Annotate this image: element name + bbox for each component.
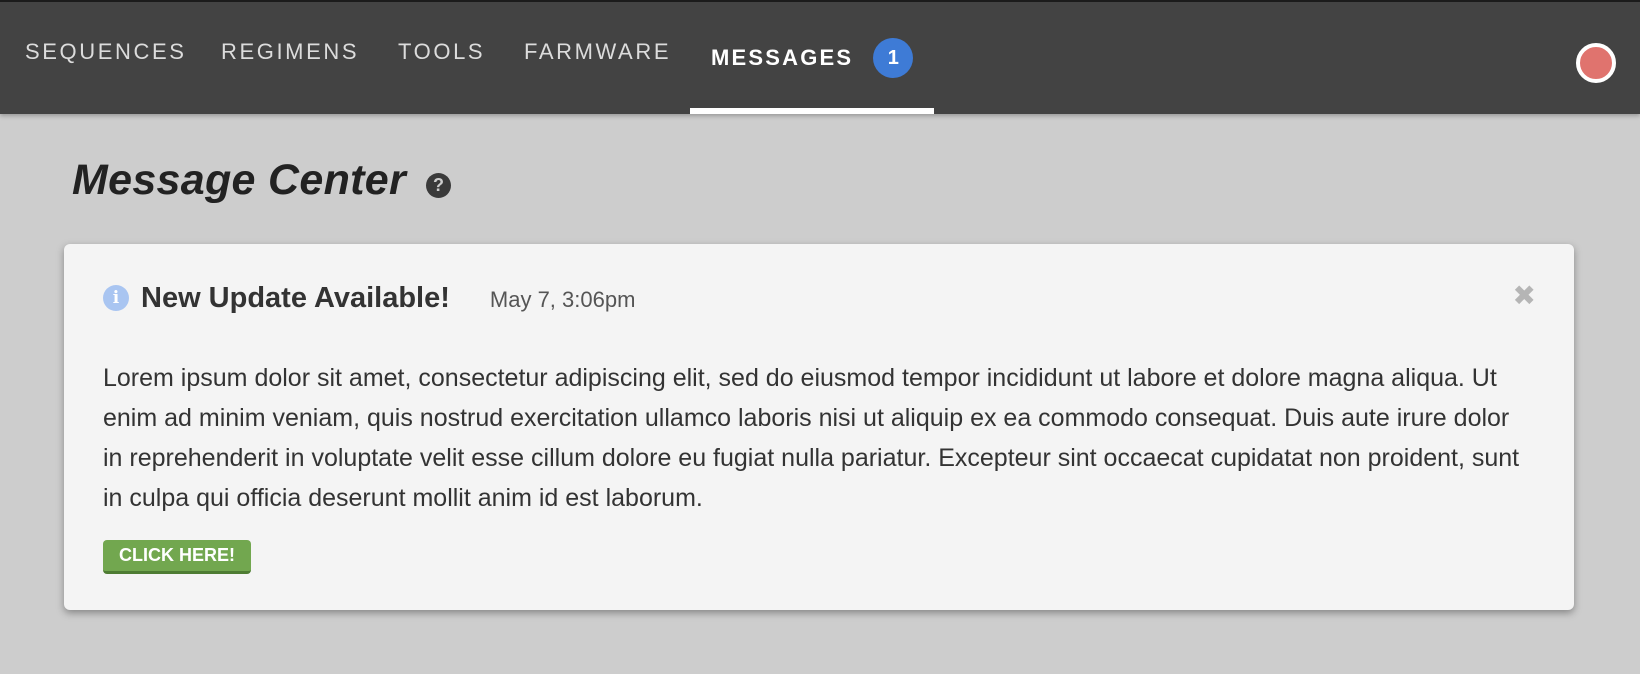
message-card: i New Update Available! May 7, 3:06pm ✖ … [64, 244, 1574, 610]
nav-tab-tools[interactable]: TOOLS [398, 0, 485, 108]
top-nav: SEQUENCES REGIMENS TOOLS FARMWARE MESSAG… [0, 0, 1640, 114]
nav-tab-sequences[interactable]: SEQUENCES [25, 0, 187, 108]
click-here-button[interactable]: CLICK HERE! [103, 540, 251, 574]
nav-tab-label: SEQUENCES [25, 39, 187, 64]
active-tab-indicator [690, 108, 934, 114]
nav-tab-label: FARMWARE [524, 39, 672, 64]
message-title: New Update Available! [141, 281, 450, 314]
message-body: Lorem ipsum dolor sit amet, consectetur … [103, 364, 1520, 512]
question-circle-icon[interactable]: ? [426, 172, 452, 198]
nav-tab-messages[interactable]: MESSAGES 1 [690, 2, 934, 114]
nav-tab-label: TOOLS [398, 39, 486, 64]
nav-tab-farmware[interactable]: FARMWARE [524, 0, 671, 108]
close-icon[interactable]: ✖ [1513, 282, 1536, 310]
message-header: i New Update Available! May 7, 3:06pm [103, 280, 635, 316]
message-timestamp: May 7, 3:06pm [489, 287, 636, 312]
messages-count-badge: 1 [873, 38, 914, 78]
nav-tab-regimens[interactable]: REGIMENS [221, 0, 359, 108]
nav-tab-label: REGIMENS [221, 39, 360, 64]
page-title: Message Center [72, 155, 407, 204]
info-circle-icon: i [103, 285, 129, 311]
connection-status-dot[interactable] [1576, 43, 1616, 83]
nav-tab-label: MESSAGES [711, 45, 854, 70]
page-header: Message Center ? [72, 150, 452, 210]
